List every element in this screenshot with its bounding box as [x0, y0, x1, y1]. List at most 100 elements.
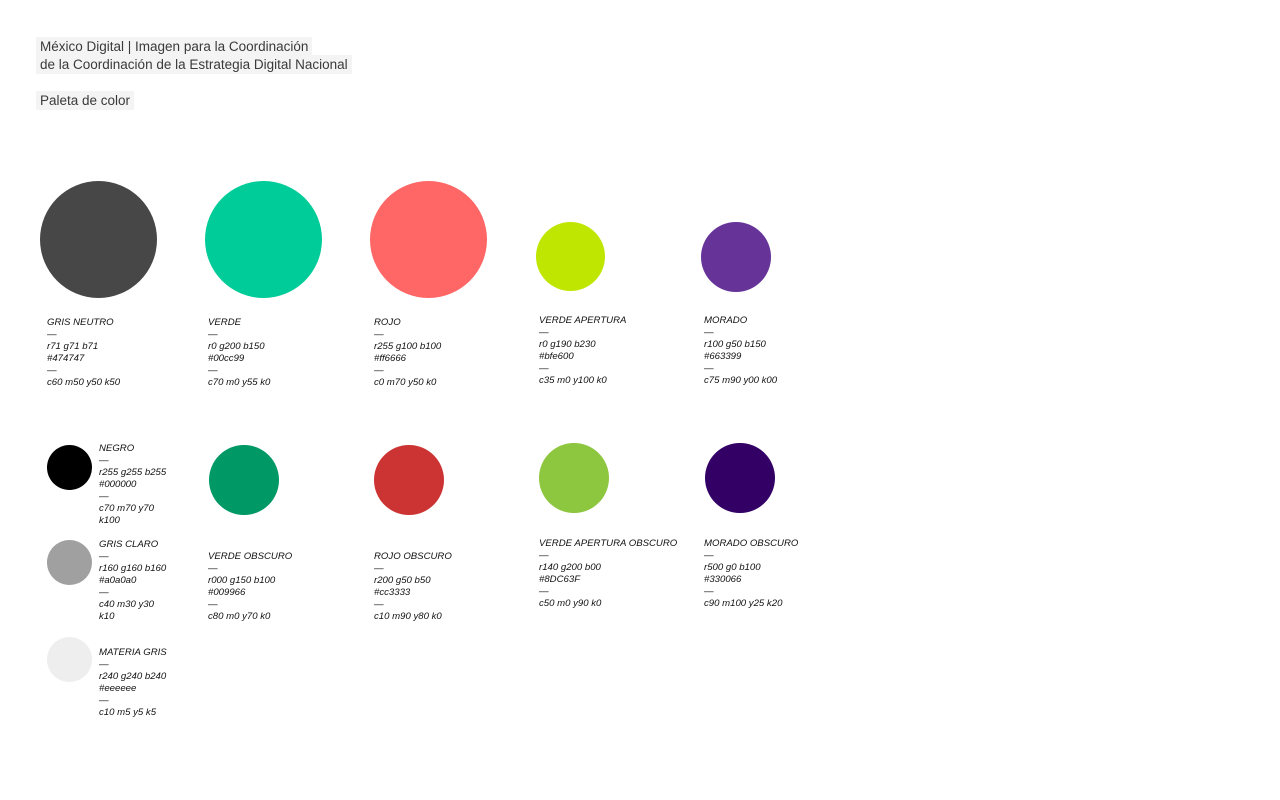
- separator: —: [208, 563, 218, 574]
- separator: —: [704, 586, 714, 597]
- color-hex: #009966: [208, 587, 246, 598]
- color-hex: #330066: [704, 574, 742, 585]
- color-name: ROJO OBSCURO: [374, 551, 452, 562]
- color-cmyk: c40 m30 y30: [99, 599, 154, 610]
- separator: —: [47, 329, 57, 340]
- color-name: VERDE: [208, 317, 242, 328]
- separator: —: [374, 329, 384, 340]
- separator: —: [374, 365, 384, 376]
- color-rgb: r500 g0 b100: [704, 562, 761, 573]
- color-name: VERDE APERTURA: [539, 315, 627, 326]
- separator: —: [704, 550, 714, 561]
- label-verde-obscuro: VERDE OBSCURO — r000 g150 b100 #009966 —…: [208, 551, 292, 623]
- color-name: GRIS CLARO: [99, 539, 159, 550]
- color-rgb: r100 g50 b150: [704, 339, 766, 350]
- color-cmyk: c10 m5 y5 k5: [99, 707, 157, 718]
- separator: —: [99, 659, 109, 670]
- header-title-line-2: de la Coordinación de la Estrategia Digi…: [36, 55, 352, 74]
- color-cmyk-k: k10: [99, 611, 115, 622]
- color-name: VERDE APERTURA OBSCURO: [539, 538, 678, 549]
- color-hex: #8DC63F: [539, 574, 581, 585]
- color-rgb: r160 g160 b160: [99, 563, 167, 574]
- label-morado: MORADO — r100 g50 b150 #663399 — c75 m90…: [704, 315, 777, 387]
- swatch-morado-obscuro: [705, 443, 775, 513]
- color-rgb: r255 g100 b100: [374, 341, 442, 352]
- separator: —: [99, 455, 109, 466]
- separator: —: [208, 599, 218, 610]
- swatch-negro: [47, 445, 92, 490]
- swatch-verde: [205, 181, 322, 298]
- color-cmyk: c75 m90 y00 k00: [704, 375, 778, 386]
- color-cmyk: c70 m70 y70: [99, 503, 154, 514]
- color-rgb: r0 g190 b230: [539, 339, 596, 350]
- label-verde-apertura: VERDE APERTURA — r0 g190 b230 #bfe600 — …: [539, 315, 626, 387]
- swatch-gris-claro: [47, 540, 92, 585]
- color-hex: #bfe600: [539, 351, 574, 362]
- label-verde: VERDE — r0 g200 b150 #00cc99 — c70 m0 y5…: [208, 317, 270, 389]
- swatch-verde-obscuro: [209, 445, 279, 515]
- color-hex: #663399: [704, 351, 742, 362]
- color-rgb: r71 g71 b71: [47, 341, 99, 352]
- separator: —: [374, 563, 384, 574]
- color-cmyk: c35 m0 y100 k0: [539, 375, 607, 386]
- color-rgb: r200 g50 b50: [374, 575, 431, 586]
- label-verde-apertura-obscuro: VERDE APERTURA OBSCURO — r140 g200 b00 #…: [539, 538, 677, 610]
- swatch-rojo: [370, 181, 487, 298]
- color-cmyk-k: k100: [99, 515, 120, 526]
- color-cmyk: c50 m0 y90 k0: [539, 598, 602, 609]
- color-rgb: r240 g240 b240: [99, 671, 167, 682]
- color-cmyk: c10 m90 y80 k0: [374, 611, 442, 622]
- separator: —: [539, 586, 549, 597]
- separator: —: [704, 327, 714, 338]
- swatch-materia-gris: [47, 637, 92, 682]
- separator: —: [374, 599, 384, 610]
- separator: —: [99, 587, 109, 598]
- color-name: ROJO: [374, 317, 401, 328]
- separator: —: [208, 329, 218, 340]
- separator: —: [539, 363, 549, 374]
- swatch-verde-apertura-obscuro: [539, 443, 609, 513]
- color-hex: #00cc99: [208, 353, 245, 364]
- header-title-line-1: México Digital | Imagen para la Coordina…: [36, 37, 313, 56]
- label-negro: NEGRO — r255 g255 b255 #000000 — c70 m70…: [99, 443, 166, 527]
- separator: —: [47, 365, 57, 376]
- swatch-rojo-obscuro: [374, 445, 444, 515]
- color-name: MORADO OBSCURO: [704, 538, 799, 549]
- color-cmyk: c90 m100 y25 k20: [704, 598, 783, 609]
- label-morado-obscuro: MORADO OBSCURO — r500 g0 b100 #330066 — …: [704, 538, 798, 610]
- color-rgb: r255 g255 b255: [99, 467, 167, 478]
- color-rgb: r0 g200 b150: [208, 341, 265, 352]
- color-cmyk: c60 m50 y50 k50: [47, 377, 121, 388]
- separator: —: [539, 550, 549, 561]
- color-hex: #a0a0a0: [99, 575, 137, 586]
- section-title: Paleta de color: [36, 91, 135, 110]
- label-rojo: ROJO — r255 g100 b100 #ff6666 — c0 m70 y…: [374, 317, 441, 389]
- separator: —: [99, 695, 109, 706]
- color-rgb: r140 g200 b00: [539, 562, 601, 573]
- separator: —: [99, 551, 109, 562]
- color-name: MORADO: [704, 315, 748, 326]
- label-gris-claro: GRIS CLARO — r160 g160 b160 #a0a0a0 — c4…: [99, 539, 166, 623]
- color-name: GRIS NEUTRO: [47, 317, 114, 328]
- label-gris-neutro: GRIS NEUTRO — r71 g71 b71 #474747 — c60 …: [47, 317, 120, 389]
- color-hex: #eeeeee: [99, 683, 137, 694]
- separator: —: [539, 327, 549, 338]
- swatch-verde-apertura: [536, 222, 605, 291]
- color-name: NEGRO: [99, 443, 135, 454]
- color-cmyk: c70 m0 y55 k0: [208, 377, 271, 388]
- swatch-gris-neutro: [40, 181, 157, 298]
- color-hex: #474747: [47, 353, 85, 364]
- color-rgb: r000 g150 b100: [208, 575, 276, 586]
- color-hex: #000000: [99, 479, 137, 490]
- separator: —: [99, 491, 109, 502]
- color-hex: #ff6666: [374, 353, 407, 364]
- label-rojo-obscuro: ROJO OBSCURO — r200 g50 b50 #cc3333 — c1…: [374, 551, 452, 623]
- color-hex: #cc3333: [374, 587, 411, 598]
- swatch-morado: [701, 222, 771, 292]
- color-name: MATERIA GRIS: [99, 647, 167, 658]
- color-cmyk: c0 m70 y50 k0: [374, 377, 437, 388]
- color-name: VERDE OBSCURO: [208, 551, 293, 562]
- color-cmyk: c80 m0 y70 k0: [208, 611, 271, 622]
- label-materia-gris: MATERIA GRIS — r240 g240 b240 #eeeeee — …: [99, 647, 167, 719]
- separator: —: [704, 363, 714, 374]
